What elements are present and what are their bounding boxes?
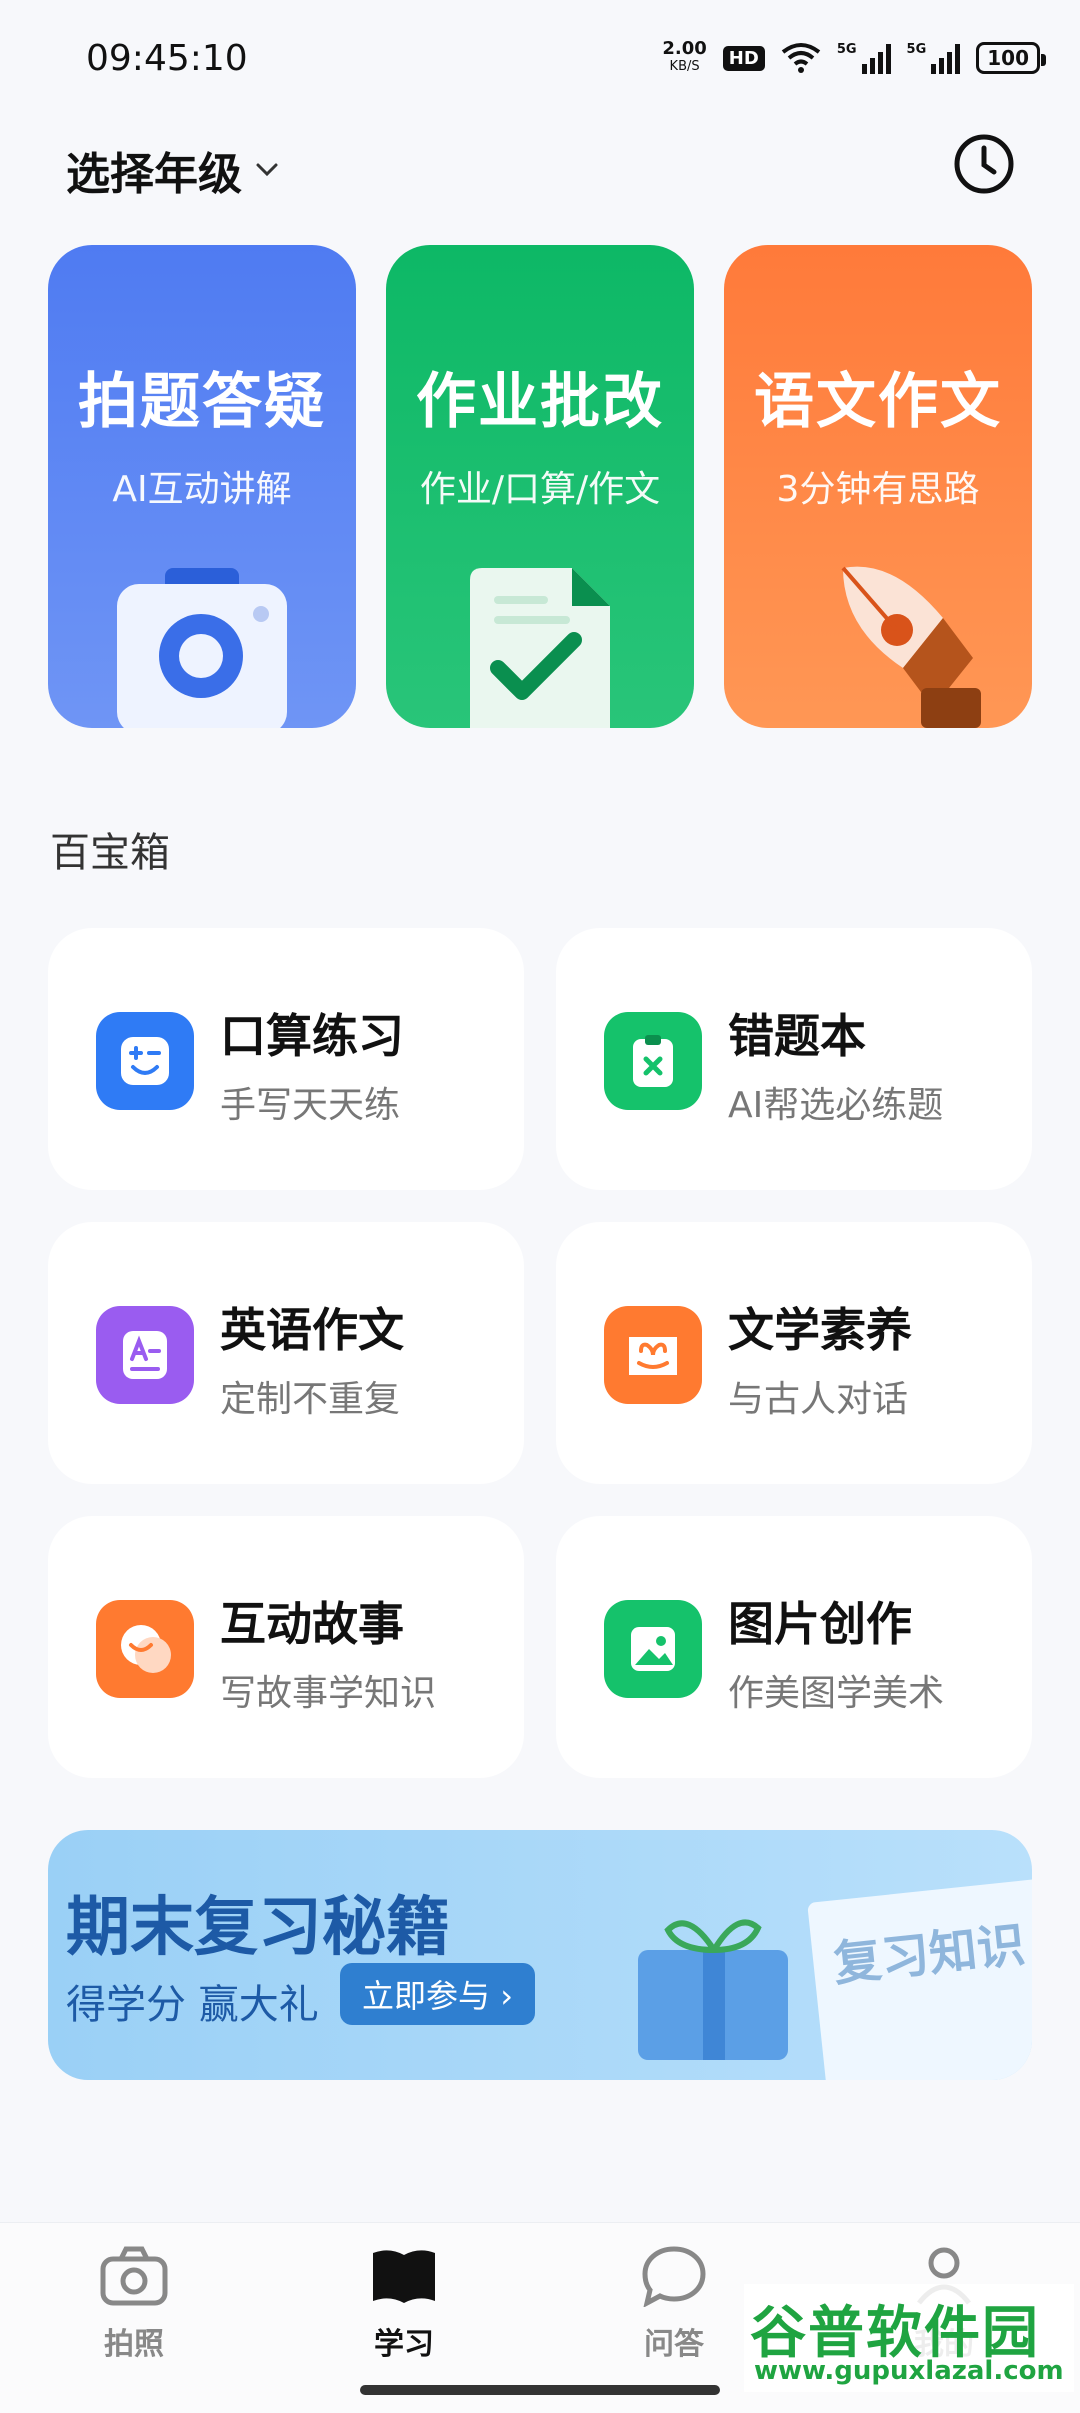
tool-title: 错题本 [728, 1009, 866, 1063]
tool-subtitle: 与古人对话 [728, 1379, 909, 1420]
status-bar: 09:45:10 2.00 KB/S HD 5G 5G 100 [0, 0, 1080, 120]
tool-subtitle: AI帮选必练题 [728, 1085, 944, 1126]
chat-icon [642, 2246, 706, 2308]
paper-text: 复习知识 [830, 1916, 1028, 1993]
feature-subtitle: 作业/口算/作文 [419, 469, 661, 510]
signal-5g-icon: 5G [907, 42, 961, 74]
tool-english-essay[interactable]: 英语作文 定制不重复 [48, 1222, 524, 1484]
feature-card-homework-check[interactable]: 作业批改 作业/口算/作文 [386, 245, 694, 728]
tab-study[interactable]: 学习 [304, 2245, 504, 2363]
tool-literature[interactable]: 文学素养 与古人对话 [556, 1222, 1032, 1484]
review-paper: 复习知识 [807, 1878, 1032, 2080]
chat-bubbles-icon [96, 1600, 194, 1698]
tab-label: 拍照 [104, 2327, 164, 2362]
camera-icon [117, 568, 287, 728]
book-icon [373, 2250, 435, 2303]
status-icons: 2.00 KB/S HD 5G 5G 100 [662, 40, 1046, 76]
tool-title: 互动故事 [220, 1597, 404, 1651]
hd-badge: HD [722, 45, 765, 71]
wifi-icon [781, 43, 821, 73]
clipboard-x-icon [604, 1012, 702, 1110]
grade-selector[interactable]: 选择年级 [66, 138, 282, 202]
header: 选择年级 [0, 120, 1080, 210]
chevron-right-icon: › [500, 1977, 513, 2015]
feature-title: 拍题答疑 [78, 367, 326, 437]
section-title: 百宝箱 [50, 830, 170, 876]
tool-title: 图片创作 [728, 1597, 912, 1651]
pen-nib-icon [841, 566, 981, 728]
open-book-icon [604, 1306, 702, 1404]
signal-label: 5G [906, 42, 927, 57]
join-now-label: 立即参与 [362, 1977, 491, 2015]
banner-title: 期末复习秘籍 [66, 1890, 450, 1965]
feature-title: 作业批改 [416, 367, 664, 437]
watermark: 谷普软件园 www.gupuxlazal.com [744, 2284, 1074, 2392]
speed-value: 2.00 [662, 38, 707, 59]
promo-banner[interactable]: 期末复习秘籍 得学分 赢大礼 立即参与 › 复习知识 [48, 1830, 1032, 2080]
network-speed: 2.00 KB/S [662, 40, 706, 76]
watermark-url: www.gupuxlazal.com [754, 2356, 1064, 2386]
status-time: 09:45:10 [86, 38, 248, 79]
math-face-icon [96, 1012, 194, 1110]
image-icon [604, 1600, 702, 1698]
feature-card-chinese-essay[interactable]: 语文作文 3分钟有思路 [724, 245, 1032, 728]
feature-card-photo-qa[interactable]: 拍题答疑 AI互动讲解 [48, 245, 356, 728]
battery-icon: 100 [976, 42, 1046, 74]
feature-title: 语文作文 [754, 367, 1002, 437]
tool-image-creation[interactable]: 图片创作 作美图学美术 [556, 1516, 1032, 1778]
tool-title: 文学素养 [728, 1303, 912, 1357]
tool-mental-math[interactable]: 口算练习 手写天天练 [48, 928, 524, 1190]
tool-subtitle: 手写天天练 [220, 1085, 401, 1126]
signal-label: 5G [836, 42, 857, 57]
grade-label: 选择年级 [66, 149, 242, 200]
tool-title: 英语作文 [220, 1303, 404, 1357]
feature-cards: 拍题答疑 AI互动讲解 作业批改 作业/口算/作文 语文作文 3分钟有思路 [48, 245, 1032, 728]
signal-5g-icon: 5G [837, 42, 891, 74]
clock-icon[interactable] [952, 132, 1016, 196]
gift-box-icon [638, 1919, 788, 2060]
feature-subtitle: 3分钟有思路 [776, 469, 980, 510]
home-indicator[interactable] [360, 2385, 720, 2395]
document-check-icon [470, 568, 610, 728]
feature-subtitle: AI互动讲解 [112, 469, 292, 510]
camera-icon [100, 2246, 168, 2306]
tool-mistake-book[interactable]: 错题本 AI帮选必练题 [556, 928, 1032, 1190]
tools-grid: 口算练习 手写天天练 错题本 AI帮选必练题 英语作文 定制不重复 文学素养 与… [48, 928, 1032, 1778]
tool-interactive-story[interactable]: 互动故事 写故事学知识 [48, 1516, 524, 1778]
chevron-down-icon [256, 163, 278, 177]
tool-subtitle: 写故事学知识 [220, 1673, 437, 1714]
tool-title: 口算练习 [220, 1009, 404, 1063]
tool-subtitle: 定制不重复 [220, 1379, 401, 1420]
banner-subtitle: 得学分 赢大礼 [66, 1982, 319, 2028]
tool-subtitle: 作美图学美术 [728, 1673, 945, 1714]
english-essay-icon [96, 1306, 194, 1404]
speed-unit: KB/S [669, 59, 700, 74]
tab-label: 学习 [374, 2327, 434, 2362]
tab-camera[interactable]: 拍照 [34, 2245, 234, 2363]
join-now-button[interactable]: 立即参与 › [340, 1963, 535, 2025]
